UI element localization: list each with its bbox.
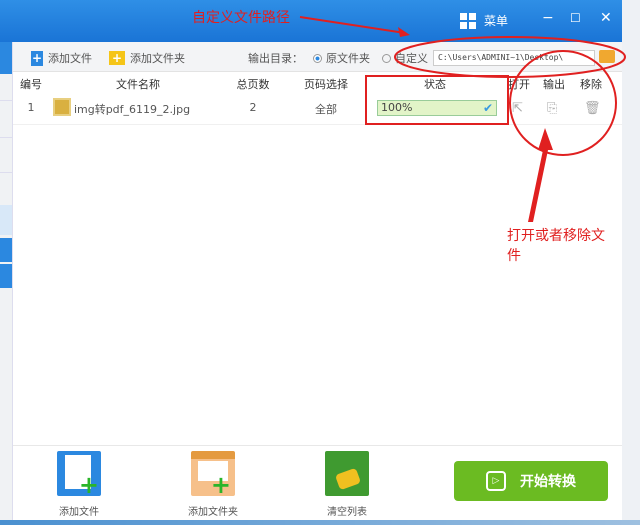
annotation-action-note: 打开或者移除文 <box>507 228 605 244</box>
annotation-arrow-actions <box>528 128 553 222</box>
annotation-ellipse-actions <box>509 50 617 156</box>
annotation-rect-status <box>365 75 509 125</box>
annotation-path-note: 自定义文件路径 <box>192 10 290 26</box>
annotation-arrow-path <box>299 16 406 34</box>
annotation-action-note-cont: 件 <box>507 248 521 264</box>
annotation-ellipse-path <box>394 36 626 78</box>
annotation-overlay <box>299 16 626 222</box>
arrowhead <box>398 27 410 37</box>
